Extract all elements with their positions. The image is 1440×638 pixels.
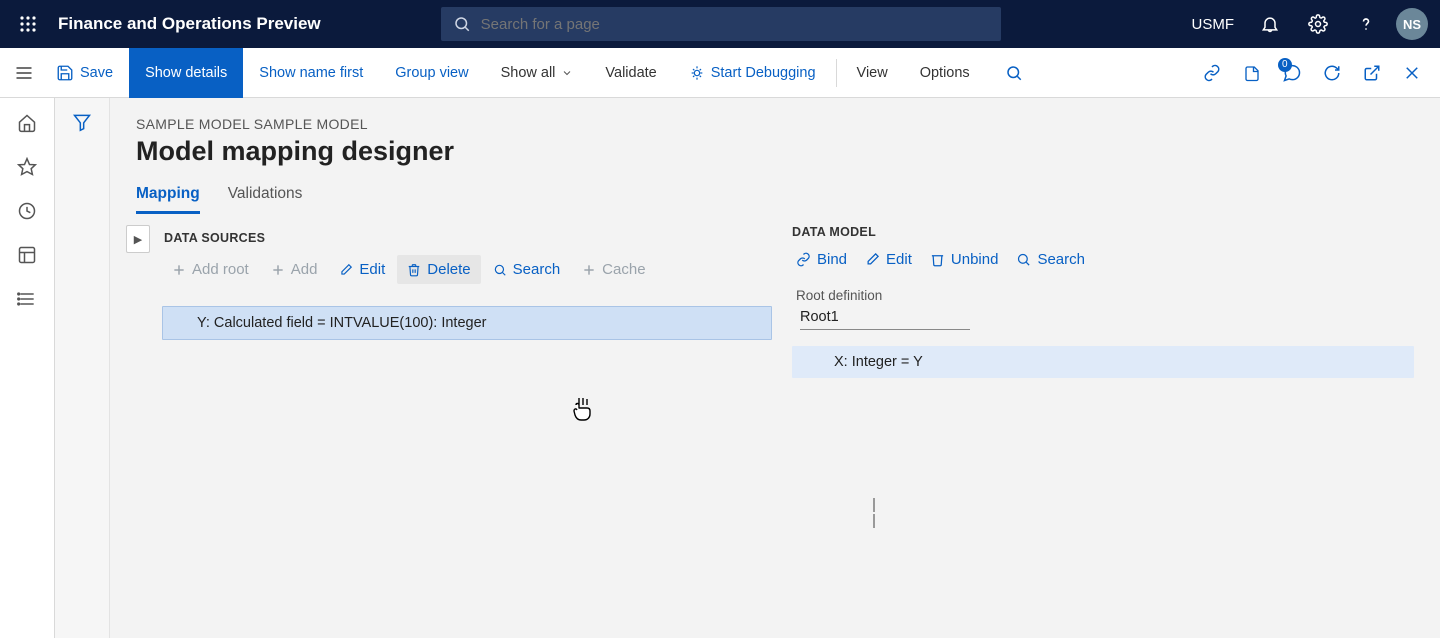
search-icon	[1016, 252, 1031, 267]
bind-button[interactable]: Bind	[796, 251, 847, 268]
data-model-heading: DATA MODEL	[792, 225, 1414, 251]
data-model-row[interactable]: X: Integer = Y	[792, 346, 1414, 378]
nav-favorites-icon[interactable]	[0, 146, 55, 188]
popout-icon[interactable]	[1352, 48, 1392, 98]
dm-search-label: Search	[1037, 251, 1085, 268]
messages-icon[interactable]: 0	[1272, 48, 1312, 98]
view-menu[interactable]: View	[841, 48, 904, 98]
show-name-first-button[interactable]: Show name first	[243, 48, 379, 98]
start-debugging-label: Start Debugging	[711, 65, 816, 81]
plus-icon	[172, 263, 186, 277]
save-icon	[56, 64, 74, 82]
chevron-down-icon	[561, 67, 573, 79]
save-label: Save	[80, 65, 113, 81]
search-icon	[453, 15, 471, 33]
nav-modules-icon[interactable]	[0, 278, 55, 320]
add-label: Add	[291, 261, 318, 278]
group-view-button[interactable]: Group view	[379, 48, 484, 98]
edit-label: Edit	[359, 261, 385, 278]
add-root-button[interactable]: Add root	[162, 255, 259, 284]
bell-icon[interactable]	[1248, 0, 1292, 48]
global-search[interactable]	[441, 7, 1001, 41]
page-title: Model mapping designer	[136, 136, 1414, 167]
search-icon	[493, 263, 507, 277]
app-launcher-icon[interactable]	[8, 0, 48, 48]
breadcrumb: SAMPLE MODEL SAMPLE MODEL	[136, 116, 1414, 132]
refresh-icon[interactable]	[1312, 48, 1352, 98]
ds-search-button[interactable]: Search	[483, 255, 571, 284]
root-definition-label: Root definition	[796, 288, 1414, 303]
dm-edit-label: Edit	[886, 251, 912, 268]
messages-count: 0	[1278, 58, 1292, 72]
nav-recent-icon[interactable]	[0, 190, 55, 232]
show-all-label: Show all	[501, 65, 556, 81]
validate-button[interactable]: Validate	[589, 48, 672, 98]
plus-icon	[271, 263, 285, 277]
gear-icon[interactable]	[1296, 0, 1340, 48]
find-button[interactable]	[994, 48, 1034, 98]
delete-button[interactable]: Delete	[397, 255, 480, 284]
link-icon	[796, 252, 811, 267]
data-source-row[interactable]: Y: Calculated field = INTVALUE(100): Int…	[162, 306, 772, 340]
dm-search-button[interactable]: Search	[1016, 251, 1085, 268]
attach-icon[interactable]	[1232, 48, 1272, 98]
show-all-dropdown[interactable]: Show all	[485, 48, 590, 98]
show-details-button[interactable]: Show details	[129, 48, 243, 98]
data-sources-heading: DATA SOURCES	[136, 225, 776, 255]
edit-button[interactable]: Edit	[329, 255, 395, 284]
cache-label: Cache	[602, 261, 645, 278]
filter-icon[interactable]	[72, 112, 92, 638]
bind-label: Bind	[817, 251, 847, 268]
app-title: Finance and Operations Preview	[58, 14, 321, 34]
save-button[interactable]: Save	[56, 48, 129, 98]
root-definition-value[interactable]: Root1	[800, 309, 970, 330]
hamburger-icon[interactable]	[14, 63, 34, 83]
add-root-label: Add root	[192, 261, 249, 278]
column-splitter[interactable]	[868, 498, 880, 528]
global-search-input[interactable]	[481, 16, 989, 33]
options-menu[interactable]: Options	[904, 48, 986, 98]
add-button[interactable]: Add	[261, 255, 328, 284]
nav-home-icon[interactable]	[0, 102, 55, 144]
link-icon[interactable]	[1192, 48, 1232, 98]
plus-icon	[582, 263, 596, 277]
nav-workspaces-icon[interactable]	[0, 234, 55, 276]
ds-search-label: Search	[513, 261, 561, 278]
close-icon[interactable]	[1392, 48, 1432, 98]
dm-edit-button[interactable]: Edit	[865, 251, 912, 268]
tab-validations[interactable]: Validations	[228, 185, 303, 214]
trash-icon	[930, 252, 945, 267]
unbind-button[interactable]: Unbind	[930, 251, 999, 268]
delete-label: Delete	[427, 261, 470, 278]
bug-icon	[689, 65, 705, 81]
unbind-label: Unbind	[951, 251, 999, 268]
help-icon[interactable]	[1344, 0, 1388, 48]
collapse-toggle-icon[interactable]: ▶	[126, 225, 150, 253]
pencil-icon	[865, 252, 880, 267]
company-code[interactable]: USMF	[1182, 16, 1245, 33]
trash-icon	[407, 263, 421, 277]
separator	[836, 59, 837, 87]
tab-mapping[interactable]: Mapping	[136, 185, 200, 214]
cache-button[interactable]: Cache	[572, 255, 655, 284]
pencil-icon	[339, 263, 353, 277]
start-debugging-button[interactable]: Start Debugging	[673, 48, 832, 98]
user-avatar[interactable]: NS	[1396, 8, 1428, 40]
